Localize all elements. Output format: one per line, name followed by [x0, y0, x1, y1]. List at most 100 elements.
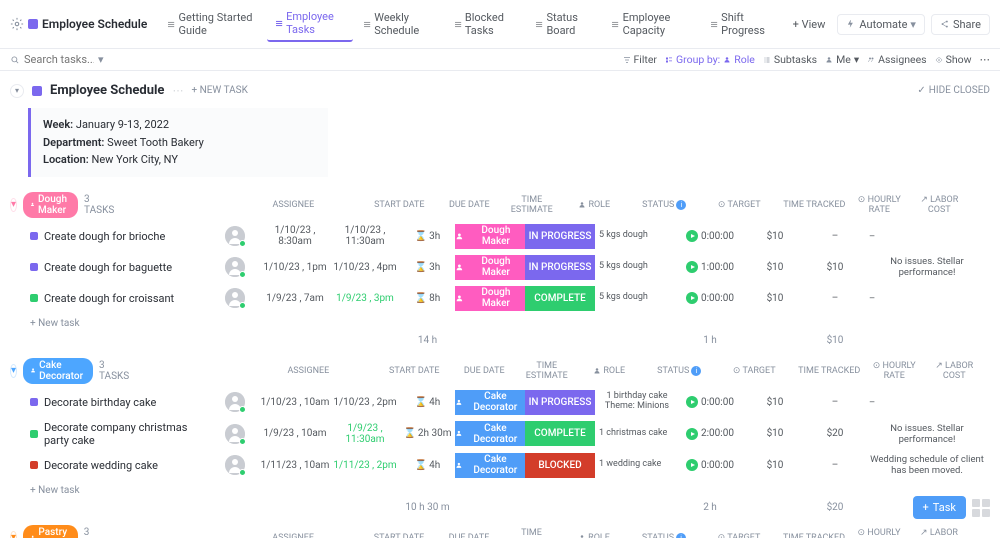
col-hourly[interactable]: ⊙ HOURLY RATE	[849, 195, 909, 215]
search-box[interactable]: ▾	[10, 53, 110, 66]
start-date[interactable]: 1/10/23 , 1pm	[260, 262, 330, 273]
col-target[interactable]: ⊙ TARGET	[699, 200, 779, 210]
col-labor[interactable]: ↗ LABOR COST	[909, 195, 969, 215]
col-target[interactable]: ⊙ TARGET	[714, 366, 794, 376]
task-row[interactable]: Create dough for croissant1/9/23 , 7am1/…	[10, 283, 990, 314]
task-row[interactable]: Decorate birthday cake1/10/23 , 10am1/10…	[10, 387, 990, 418]
issues-cell[interactable]: Wedding schedule of client has been move…	[865, 454, 985, 476]
list-name[interactable]: Employee Schedule	[50, 83, 164, 98]
avatar[interactable]	[225, 288, 245, 308]
new-task-row[interactable]: + New task	[10, 314, 990, 333]
time-estimate[interactable]: ⌛ 8h	[400, 293, 455, 304]
status-pill[interactable]: IN PROGRESS	[525, 390, 595, 415]
new-task-row[interactable]: + New task	[10, 481, 990, 500]
show-button[interactable]: Show	[935, 53, 972, 66]
col-est[interactable]: TIME ESTIMATE	[519, 361, 574, 381]
issues-cell[interactable]: –	[865, 293, 985, 304]
due-date[interactable]: 1/9/23 , 3pm	[330, 293, 400, 304]
target-cell[interactable]: 1 birthday cake Theme: Minions	[595, 392, 675, 412]
expand-icon[interactable]: ▾	[10, 84, 24, 98]
role-pill[interactable]: Dough Maker	[455, 286, 525, 311]
col-tracked[interactable]: TIME TRACKED	[779, 533, 849, 538]
automate-button[interactable]: Automate▾	[837, 14, 925, 35]
time-tracked[interactable]: 0:00:00	[675, 292, 745, 304]
task-row[interactable]: Create dough for baguette1/10/23 , 1pm1/…	[10, 252, 990, 283]
start-date[interactable]: 1/9/23 , 10am	[260, 428, 330, 439]
status-pill[interactable]: IN PROGRESS	[525, 224, 595, 249]
due-date[interactable]: 1/10/23 , 4pm	[330, 262, 400, 273]
col-tracked[interactable]: TIME TRACKED	[779, 200, 849, 210]
group-badge[interactable]: Dough Maker	[23, 192, 78, 218]
due-date[interactable]: 1/11/23 , 2pm	[330, 460, 400, 471]
issues-cell[interactable]: –	[865, 397, 985, 408]
hourly-rate[interactable]: $10	[745, 231, 805, 242]
col-start[interactable]: START DATE	[364, 200, 434, 210]
col-est[interactable]: TIME ESTIMATE	[504, 528, 559, 538]
col-hourly[interactable]: ⊙ HOURLY RATE	[864, 361, 924, 381]
avatar[interactable]	[225, 226, 245, 246]
role-pill[interactable]: Dough Maker	[455, 224, 525, 249]
status-pill[interactable]: COMPLETE	[525, 286, 595, 311]
task-row[interactable]: Create dough for brioche1/10/23 , 8:30am…	[10, 221, 990, 252]
task-row[interactable]: Decorate company christmas party cake1/9…	[10, 418, 990, 450]
hourly-rate[interactable]: $10	[745, 262, 805, 273]
task-name[interactable]: Decorate wedding cake	[10, 459, 210, 472]
col-assignee[interactable]: ASSIGNEE	[114, 533, 314, 538]
col-issues[interactable]: ⚑ ISSUES	[984, 366, 1000, 376]
start-date[interactable]: 1/9/23 , 7am	[260, 293, 330, 304]
col-target[interactable]: ⊙ TARGET	[699, 533, 779, 538]
view-tab[interactable]: Getting Started Guide	[159, 6, 265, 42]
target-cell[interactable]: 1 wedding cake	[595, 460, 675, 470]
due-date[interactable]: 1/9/23 , 11:30am	[330, 423, 400, 445]
role-pill[interactable]: Dough Maker	[455, 255, 525, 280]
avatar[interactable]	[225, 424, 245, 444]
col-status[interactable]: STATUS i	[629, 533, 699, 538]
col-due[interactable]: DUE DATE	[449, 366, 519, 376]
avatar[interactable]	[225, 257, 245, 277]
group-badge[interactable]: Cake Decorator	[23, 358, 93, 384]
collapse-button[interactable]: ▾	[10, 198, 17, 212]
collapse-button[interactable]: ▾	[10, 364, 17, 378]
due-date[interactable]: 1/10/23 , 11:30am	[330, 225, 400, 247]
labor-cost[interactable]: –	[805, 460, 865, 471]
start-date[interactable]: 1/10/23 , 10am	[260, 397, 330, 408]
target-cell[interactable]: 5 kgs dough	[595, 231, 675, 241]
col-est[interactable]: TIME ESTIMATE	[504, 195, 559, 215]
role-pill[interactable]: Cake Decorator	[455, 421, 525, 446]
col-start[interactable]: START DATE	[364, 533, 434, 538]
time-estimate[interactable]: ⌛ 3h	[400, 231, 455, 242]
collapse-button[interactable]: ▾	[10, 531, 17, 538]
time-estimate[interactable]: ⌛ 4h	[400, 397, 455, 408]
col-status[interactable]: STATUS i	[644, 366, 714, 376]
time-estimate[interactable]: ⌛ 2h 30m	[400, 428, 455, 439]
task-row[interactable]: Decorate wedding cake1/11/23 , 10am1/11/…	[10, 450, 990, 481]
col-issues[interactable]: ⚑ ISSUES	[969, 200, 1000, 210]
start-date[interactable]: 1/10/23 , 8:30am	[260, 225, 330, 247]
avatar[interactable]	[225, 392, 245, 412]
view-tab[interactable]: Blocked Tasks	[446, 6, 526, 42]
role-pill[interactable]: Cake Decorator	[455, 453, 525, 478]
col-labor[interactable]: ↗ LABOR COST	[909, 528, 969, 538]
time-tracked[interactable]: 0:00:00	[675, 459, 745, 471]
status-pill[interactable]: IN PROGRESS	[525, 255, 595, 280]
time-tracked[interactable]: 1:00:00	[675, 261, 745, 273]
more-button[interactable]: ⋯	[980, 53, 991, 66]
issues-cell[interactable]: –	[865, 231, 985, 242]
subtasks-button[interactable]: Subtasks	[763, 53, 817, 66]
hourly-rate[interactable]: $10	[745, 428, 805, 439]
hourly-rate[interactable]: $10	[745, 293, 805, 304]
col-role[interactable]: ROLE	[559, 200, 629, 210]
time-estimate[interactable]: ⌛ 4h	[400, 460, 455, 471]
time-tracked[interactable]: 0:00:00	[675, 396, 745, 408]
col-role[interactable]: ROLE	[559, 533, 629, 538]
col-due[interactable]: DUE DATE	[434, 533, 504, 538]
col-labor[interactable]: ↗ LABOR COST	[924, 361, 984, 381]
add-view-button[interactable]: + View	[785, 14, 834, 35]
group-by-button[interactable]: Group by: Role	[665, 53, 755, 66]
time-estimate[interactable]: ⌛ 3h	[400, 262, 455, 273]
view-tab[interactable]: Shift Progress	[702, 6, 781, 42]
time-tracked[interactable]: 0:00:00	[675, 230, 745, 242]
issues-cell[interactable]: No issues. Stellar performance!	[865, 423, 985, 445]
target-cell[interactable]: 5 kgs dough	[595, 293, 675, 303]
time-tracked[interactable]: 2:00:00	[675, 428, 745, 440]
